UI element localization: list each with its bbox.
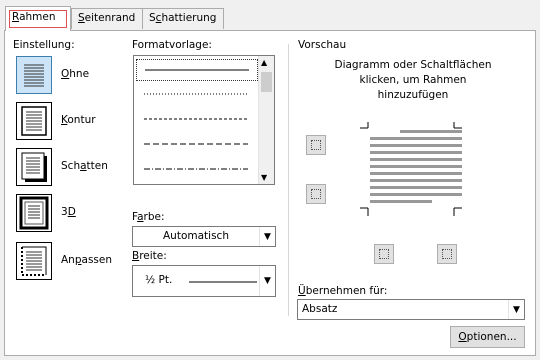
3d-border-icon bbox=[16, 194, 52, 232]
setting-kontur[interactable]: Kontur bbox=[16, 102, 136, 140]
right-border-icon bbox=[442, 249, 452, 259]
scroll-thumb[interactable] bbox=[261, 72, 272, 92]
line-style-item-dash-dot[interactable] bbox=[136, 159, 258, 181]
tab-label: Rahmen bbox=[12, 11, 56, 23]
shadow-border-icon bbox=[16, 148, 52, 186]
tab-label: Schattierung bbox=[149, 12, 217, 24]
line-style-item-dotted[interactable] bbox=[136, 84, 258, 106]
line-style-item-dashed[interactable] bbox=[136, 134, 258, 156]
line-style-item-dashed-small[interactable] bbox=[136, 109, 258, 131]
chevron-down-icon[interactable]: ▼ bbox=[259, 266, 275, 296]
line-style-scrollbar[interactable]: ▲ ▼ bbox=[258, 56, 274, 184]
left-border-icon bbox=[379, 249, 389, 259]
tab-seitenrand[interactable]: Seitenrand bbox=[71, 8, 143, 29]
preview-hint-line: klicken, um Rahmen bbox=[359, 74, 467, 86]
border-preview-area[interactable] bbox=[356, 120, 466, 220]
color-label: Farbe: bbox=[132, 211, 165, 223]
color-dropdown[interactable]: Automatisch ▼ bbox=[132, 226, 276, 247]
chevron-down-icon[interactable]: ▼ bbox=[508, 300, 524, 319]
setting-label: 3D bbox=[61, 206, 76, 218]
options-button-label: Optionen... bbox=[458, 331, 517, 343]
apply-to-value: Absatz bbox=[302, 303, 338, 315]
inside-horizontal-border-icon bbox=[311, 189, 321, 199]
apply-to-dropdown[interactable]: Absatz ▼ bbox=[297, 299, 525, 320]
width-label: Breite: bbox=[132, 250, 167, 262]
setting-label: Schatten bbox=[61, 160, 108, 172]
line-style-list[interactable]: ▲ ▼ bbox=[133, 55, 275, 185]
border-inside-horizontal-button[interactable] bbox=[306, 184, 326, 204]
preview-heading: Vorschau bbox=[298, 39, 347, 51]
tab-rahmen[interactable]: Rahmen bbox=[5, 6, 71, 31]
setting-schatten[interactable]: Schatten bbox=[16, 148, 136, 186]
settings-heading: Einstellung: bbox=[13, 39, 75, 51]
custom-border-icon bbox=[16, 242, 52, 280]
border-left-button[interactable] bbox=[374, 244, 394, 264]
preview-hint-line: hinzuzufügen bbox=[377, 89, 449, 101]
options-button[interactable]: Optionen... bbox=[450, 326, 525, 348]
preview-hint: Diagramm oder Schaltflächen klicken, um … bbox=[298, 58, 528, 103]
border-top-button[interactable] bbox=[306, 135, 326, 155]
top-border-icon bbox=[311, 140, 321, 150]
width-dropdown[interactable]: ½ Pt. ▼ bbox=[132, 265, 276, 297]
width-value: ½ Pt. bbox=[145, 274, 173, 286]
setting-anpassen[interactable]: Anpassen bbox=[16, 242, 136, 280]
style-heading: Formatvorlage: bbox=[132, 39, 212, 51]
preview-hint-line: Diagramm oder Schaltflächen bbox=[334, 59, 492, 71]
vertical-divider bbox=[288, 44, 289, 316]
line-style-item-solid[interactable] bbox=[136, 59, 258, 81]
setting-ohne-icon bbox=[16, 56, 52, 94]
preview-document-icon bbox=[360, 122, 462, 216]
scroll-down-icon[interactable]: ▼ bbox=[261, 173, 267, 182]
border-right-button[interactable] bbox=[437, 244, 457, 264]
width-line-preview bbox=[189, 281, 257, 283]
setting-label: Kontur bbox=[61, 114, 96, 126]
tab-schattierung[interactable]: Schattierung bbox=[142, 8, 224, 29]
chevron-down-icon[interactable]: ▼ bbox=[259, 227, 275, 246]
color-value: Automatisch bbox=[163, 230, 229, 242]
box-border-icon bbox=[16, 102, 52, 140]
setting-label: Ohne bbox=[61, 68, 90, 80]
setting-3d[interactable]: 3D bbox=[16, 194, 136, 232]
setting-ohne[interactable]: Ohne bbox=[16, 56, 136, 94]
tab-label: Seitenrand bbox=[78, 12, 136, 24]
scroll-up-icon[interactable]: ▲ bbox=[261, 58, 267, 67]
apply-to-label: Übernehmen für: bbox=[298, 285, 388, 297]
setting-label: Anpassen bbox=[61, 254, 113, 266]
